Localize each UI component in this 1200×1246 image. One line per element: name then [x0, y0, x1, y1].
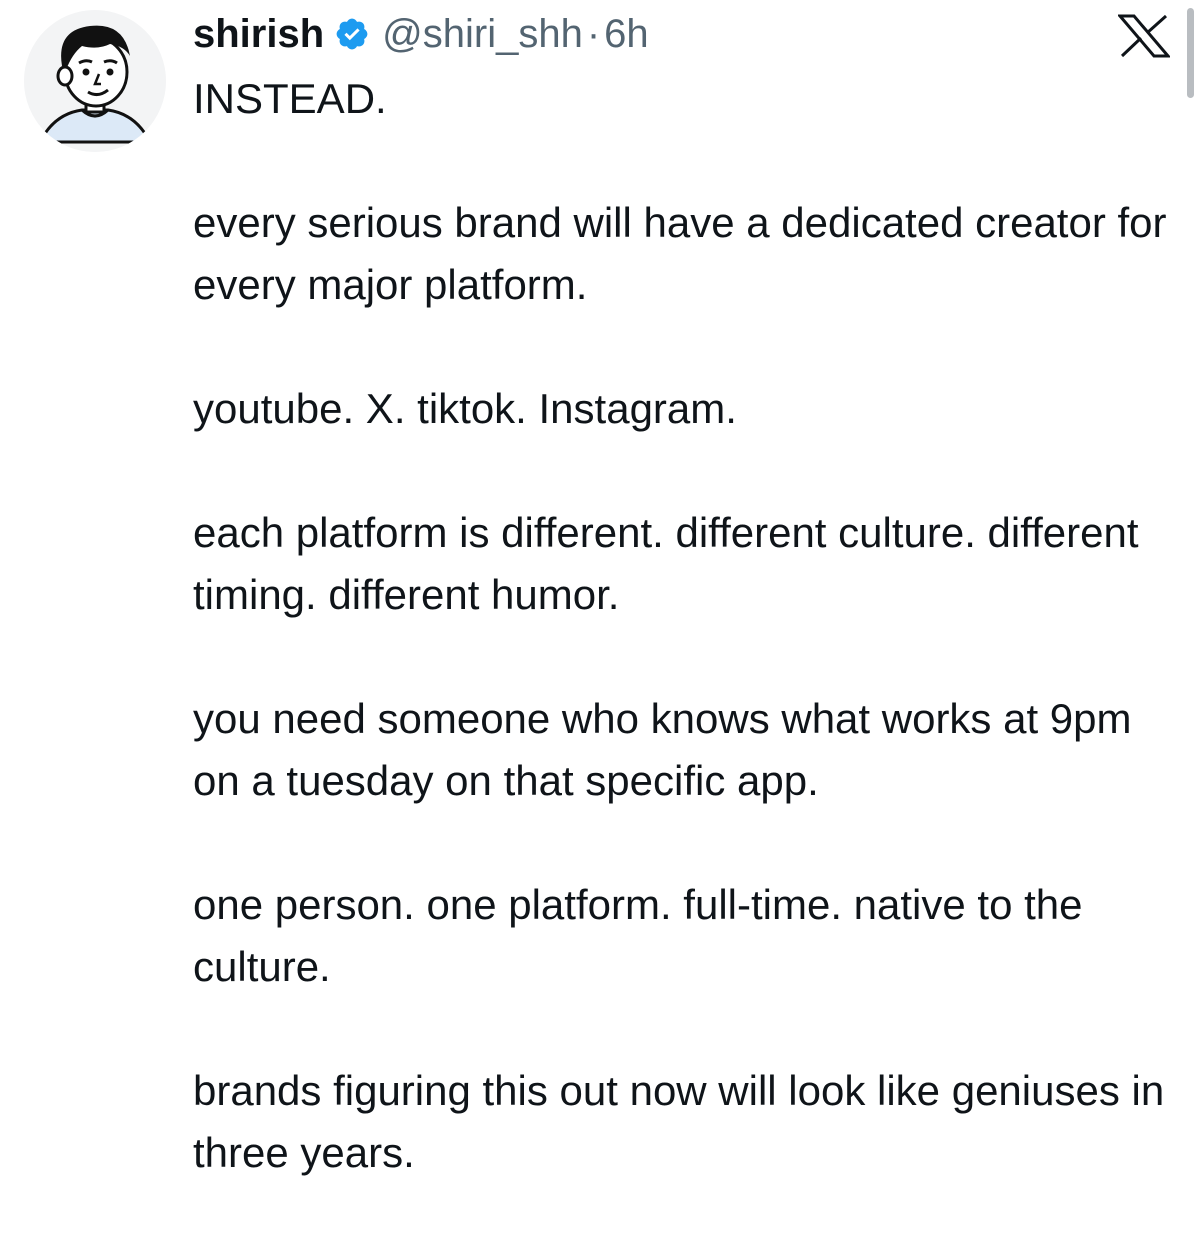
tweet-paragraph: brands figuring this out now will look l… — [193, 1067, 1165, 1176]
author-avatar[interactable] — [24, 10, 166, 152]
tweet-paragraph: each platform is different. different cu… — [193, 509, 1139, 618]
tweet-text: INSTEAD. every serious brand will have a… — [193, 68, 1178, 1246]
tweet-paragraph: every serious brand will have a dedicate… — [193, 199, 1167, 308]
tweet-paragraph: youtube. X. tiktok. Instagram. — [193, 385, 737, 432]
header-separator: · — [586, 11, 601, 56]
tweet-paragraph: one person. one platform. full-time. nat… — [193, 881, 1083, 990]
author-display-name[interactable]: shirish — [193, 12, 324, 57]
scrollbar[interactable] — [1187, 8, 1194, 98]
tweet-paragraph: you need someone who knows what works at… — [193, 695, 1132, 804]
tweet-header: shirish @shiri_shh · 6h — [193, 8, 649, 60]
cartoon-avatar-icon — [24, 10, 166, 152]
author-handle[interactable]: @shiri_shh — [382, 12, 583, 57]
verified-badge-icon — [334, 16, 370, 52]
x-logo-icon[interactable] — [1116, 14, 1172, 58]
tweet-paragraph: INSTEAD. — [193, 75, 387, 122]
tweet-timestamp[interactable]: 6h — [604, 12, 649, 57]
